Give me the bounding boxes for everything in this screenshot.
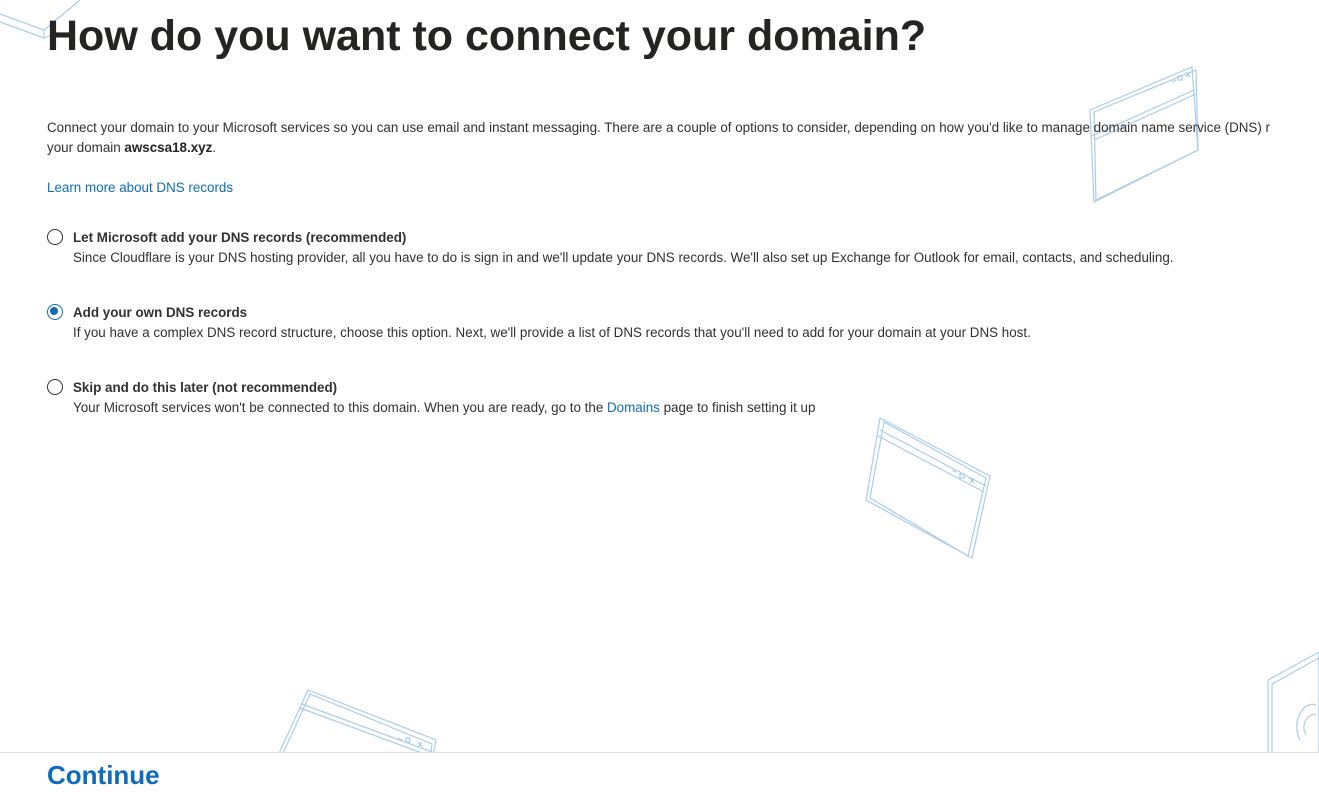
continue-button[interactable]: Continue xyxy=(47,758,160,792)
domain-name: awscsa18.xyz xyxy=(124,140,213,155)
domains-page-link[interactable]: Domains xyxy=(607,400,660,415)
intro-prefix: your domain xyxy=(47,140,125,155)
option-description-prefix: Your Microsoft services won't be connect… xyxy=(73,400,608,415)
option-label[interactable]: Add your own DNS records xyxy=(73,303,247,323)
page: How do you want to connect your domain? … xyxy=(0,0,1319,793)
option-label[interactable]: Skip and do this later (not recommended) xyxy=(73,378,337,398)
window-illustration-bottom-left xyxy=(275,689,437,761)
footer-bar: Continue xyxy=(0,752,1319,793)
option-description: Since Cloudflare is your DNS hosting pro… xyxy=(73,250,1174,265)
radio-add-own-dns[interactable] xyxy=(47,304,63,320)
intro-suffix: . xyxy=(212,140,217,155)
option-label[interactable]: Let Microsoft add your DNS records (reco… xyxy=(73,228,406,248)
option-description-suffix: page to finish setting it up xyxy=(659,400,816,415)
option-description: If you have a complex DNS record structu… xyxy=(73,325,1031,340)
window-illustration-middle xyxy=(865,417,991,559)
option-description: Your Microsoft services won't be connect… xyxy=(73,398,815,418)
intro-text-line: Connect your domain to your Microsoft se… xyxy=(47,120,1270,135)
radio-skip-later[interactable] xyxy=(47,379,63,395)
learn-more-dns-link[interactable]: Learn more about DNS records xyxy=(47,178,233,198)
intro-text-line-2: your domain awscsa18.xyz. xyxy=(47,138,1319,158)
window-illustration-bottom-right xyxy=(1267,651,1319,761)
radio-microsoft-add-dns[interactable] xyxy=(47,229,63,245)
intro-paragraph: Connect your domain to your Microsoft se… xyxy=(47,118,1319,158)
page-title: How do you want to connect your domain? xyxy=(47,12,927,60)
